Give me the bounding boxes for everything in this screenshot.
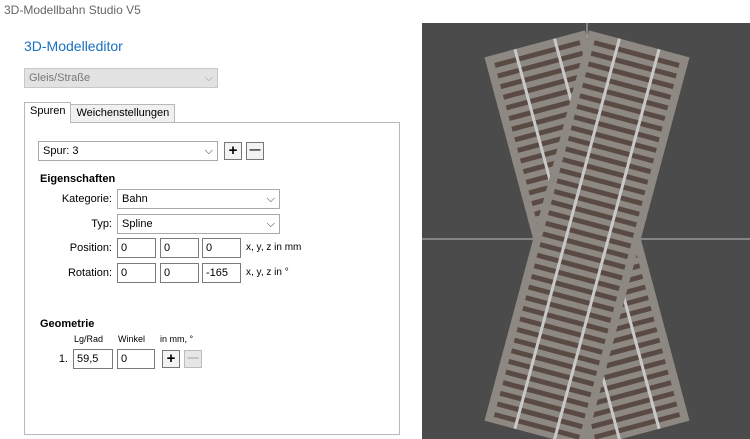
position-hint: x, y, z in mm <box>246 242 302 253</box>
rotation-z-input[interactable]: -165 <box>202 263 241 283</box>
geometrie-row-index: 1. <box>58 353 68 365</box>
kategorie-select[interactable]: Bahn ⌵ <box>117 189 280 209</box>
rotation-x-input[interactable]: 0 <box>117 263 156 283</box>
geometrie-col-angle: Winkel <box>118 334 146 344</box>
kategorie-value: Bahn <box>122 193 148 205</box>
spur-value: Spur: 3 <box>43 145 79 157</box>
window-title: 3D-Modellbahn Studio V5 <box>4 3 141 17</box>
geometrie-heading: Geometrie <box>40 318 95 330</box>
remove-segment-button[interactable]: — <box>184 350 202 368</box>
angle-input[interactable]: 0 <box>117 349 155 369</box>
chevron-down-icon: ⌵ <box>266 193 275 205</box>
tab-weichenstellungen[interactable]: Weichenstellungen <box>70 104 176 123</box>
object-type-value: Gleis/Straße <box>29 72 91 84</box>
3d-viewport[interactable] <box>422 23 750 439</box>
rotation-label: Rotation: <box>67 267 112 279</box>
typ-value: Spline <box>122 218 153 230</box>
position-y-input[interactable]: 0 <box>160 238 199 258</box>
geometrie-col-length: Lg/Rad <box>74 334 104 344</box>
chevron-down-icon: ⌵ <box>266 218 275 230</box>
kategorie-label: Kategorie: <box>61 193 112 205</box>
spur-select[interactable]: Spur: 3 ⌵ <box>38 141 218 161</box>
typ-label: Typ: <box>91 218 112 230</box>
geometrie-col-units: in mm, ° <box>160 334 194 344</box>
editor-title: 3D-Modelleditor <box>24 38 123 54</box>
rotation-hint: x, y, z in ° <box>246 267 289 278</box>
object-type-select[interactable]: Gleis/Straße ⌵ <box>24 68 218 88</box>
viewport-scene <box>422 23 750 439</box>
add-segment-button[interactable]: + <box>162 350 180 368</box>
remove-spur-button[interactable]: — <box>246 142 264 160</box>
chevron-down-icon: ⌵ <box>204 72 213 84</box>
position-x-input[interactable]: 0 <box>117 238 156 258</box>
position-z-input[interactable]: 0 <box>202 238 241 258</box>
tab-bar: Spuren Weichenstellungen <box>24 102 176 123</box>
eigenschaften-heading: Eigenschaften <box>40 173 116 185</box>
position-label: Position: <box>69 242 112 254</box>
rotation-y-input[interactable]: 0 <box>160 263 199 283</box>
add-spur-button[interactable]: + <box>224 142 242 160</box>
chevron-down-icon: ⌵ <box>204 145 213 157</box>
length-input[interactable]: 59,5 <box>73 349 113 369</box>
typ-select[interactable]: Spline ⌵ <box>117 214 280 234</box>
tab-spuren[interactable]: Spuren <box>24 102 72 123</box>
